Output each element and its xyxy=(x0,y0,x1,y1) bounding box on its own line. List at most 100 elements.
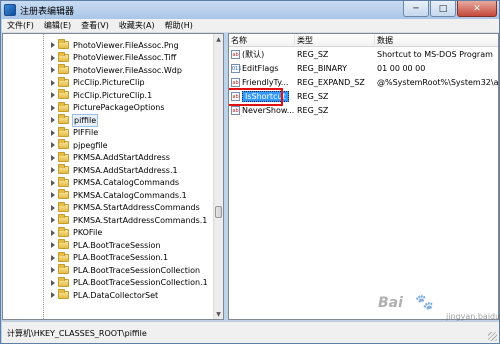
scroll-up-arrow-icon[interactable]: ▲ xyxy=(214,34,223,44)
tree-item-label[interactable]: PKOFile xyxy=(72,227,103,238)
expand-arrow-icon[interactable] xyxy=(50,217,56,223)
close-button[interactable]: ✕ xyxy=(457,1,497,17)
menu-bar: 文件(F) 编辑(E) 查看(V) 收藏夹(A) 帮助(H) xyxy=(2,19,499,33)
tree-item[interactable]: PKMSA.StartAddressCommands.1 xyxy=(3,214,215,226)
expand-arrow-icon[interactable] xyxy=(50,117,56,123)
value-row[interactable]: ab (默认) REG_SZ Shortcut to MS-DOS Program xyxy=(229,49,498,61)
expand-arrow-icon[interactable] xyxy=(50,205,56,211)
tree-item[interactable]: PKOFile xyxy=(3,226,215,239)
registry-editor-window: 注册表编辑器 ─ □ ✕ 文件(F) 编辑(E) 查看(V) 收藏夹(A) 帮助… xyxy=(0,0,500,344)
expand-arrow-icon[interactable] xyxy=(50,92,56,98)
tree-item-label[interactable]: PLA.BootTraceSession.1 xyxy=(72,252,169,263)
value-type: REG_SZ xyxy=(297,106,329,115)
tree-item[interactable]: PLA.BootTraceSession.1 xyxy=(3,251,215,264)
tree-item[interactable]: PicClip.PictureClip xyxy=(3,76,215,89)
window-controls: ─ □ ✕ xyxy=(403,1,497,17)
expand-arrow-icon[interactable] xyxy=(50,292,56,298)
tree-item[interactable]: pjpegfile xyxy=(3,139,215,151)
expand-arrow-icon[interactable] xyxy=(50,80,56,86)
watermark-logo: Bai xyxy=(378,295,403,311)
value-row[interactable]: 011 EditFlags REG_BINARY 01 00 00 00 xyxy=(229,63,498,75)
folder-icon xyxy=(58,164,69,174)
expand-arrow-icon[interactable] xyxy=(50,192,56,198)
expand-arrow-icon[interactable] xyxy=(50,155,56,161)
tree-item[interactable]: PhotoViewer.FileAssoc.Tiff xyxy=(3,51,215,64)
tree-item-label[interactable]: PLA.BootTraceSessionCollection xyxy=(72,265,201,276)
expand-arrow-icon[interactable] xyxy=(50,105,56,111)
column-header-name[interactable]: 名称 xyxy=(229,34,295,47)
menu-favorites[interactable]: 收藏夹(A) xyxy=(114,19,160,33)
key-tree-pane[interactable]: PhotoViewer.FileAssoc.Png PhotoViewer.Fil… xyxy=(2,33,224,320)
values-list-pane[interactable]: 名称 类型 数据 ab (默认) REG_SZ Shortcut to MS-DOS … xyxy=(228,33,499,320)
value-name[interactable]: EditFlags xyxy=(242,63,294,75)
tree-item-label[interactable]: pjpegfile xyxy=(72,140,109,151)
value-row[interactable]: ab NeverShow... REG_SZ xyxy=(229,105,498,117)
tree-item[interactable]: PicClip.PictureClip.1 xyxy=(3,89,215,101)
expand-arrow-icon[interactable] xyxy=(50,267,56,273)
tree-item-label[interactable]: PIFFile xyxy=(72,127,99,138)
title-bar[interactable]: 注册表编辑器 ─ □ ✕ xyxy=(1,1,499,19)
menu-help[interactable]: 帮助(H) xyxy=(160,19,198,33)
expand-arrow-icon[interactable] xyxy=(50,242,56,248)
tree-item[interactable]: piffile xyxy=(3,113,215,127)
tree-item-label[interactable]: PLA.BootTraceSession xyxy=(72,240,162,251)
tree-item[interactable]: PKMSA.AddStartAddress xyxy=(3,151,215,164)
folder-icon xyxy=(58,139,69,149)
scroll-thumb[interactable] xyxy=(215,206,222,218)
tree-item[interactable]: PLA.DataCollectorSet xyxy=(3,289,215,301)
tree-scrollbar[interactable]: ▲ ▼ xyxy=(213,34,223,319)
menu-view[interactable]: 查看(V) xyxy=(76,19,114,33)
column-header-data[interactable]: 数据 xyxy=(375,34,498,47)
scroll-down-arrow-icon[interactable]: ▼ xyxy=(214,309,223,319)
tree-item[interactable]: PKMSA.CatalogCommands xyxy=(3,176,215,189)
tree-item-label[interactable]: PicturePackageOptions xyxy=(72,102,166,113)
value-data: Shortcut to MS-DOS Program xyxy=(377,50,493,59)
tree-item[interactable]: PicturePackageOptions xyxy=(3,101,215,114)
expand-arrow-icon[interactable] xyxy=(50,180,56,186)
tree-item-label[interactable]: PLA.BootTraceSessionCollection.1 xyxy=(72,277,209,288)
expand-arrow-icon[interactable] xyxy=(50,67,56,73)
menu-edit[interactable]: 编辑(E) xyxy=(39,19,76,33)
tree-item-label[interactable]: PhotoViewer.FileAssoc.Png xyxy=(72,40,180,51)
window-title: 注册表编辑器 xyxy=(20,7,75,17)
tree-item-label[interactable]: PKMSA.CatalogCommands.1 xyxy=(72,190,188,201)
tree-item[interactable]: PKMSA.CatalogCommands.1 xyxy=(3,189,215,201)
tree-item[interactable]: PLA.BootTraceSession xyxy=(3,239,215,251)
tree-item-label[interactable]: PhotoViewer.FileAssoc.Wdp xyxy=(72,65,183,76)
tree-item-label[interactable]: PicClip.PictureClip.1 xyxy=(72,90,153,101)
tree-item[interactable]: PLA.BootTraceSessionCollection.1 xyxy=(3,276,215,289)
value-name[interactable]: (默认) xyxy=(242,49,294,61)
folder-icon xyxy=(58,39,69,49)
column-header-type[interactable]: 类型 xyxy=(295,34,375,47)
tree-item[interactable]: PLA.BootTraceSessionCollection xyxy=(3,264,215,276)
expand-arrow-icon[interactable] xyxy=(50,130,56,136)
tree-item[interactable]: PIFFile xyxy=(3,126,215,139)
menu-file[interactable]: 文件(F) xyxy=(2,19,39,33)
expand-arrow-icon[interactable] xyxy=(50,280,56,286)
tree-item-label[interactable]: piffile xyxy=(72,113,99,127)
expand-arrow-icon[interactable] xyxy=(50,255,56,261)
tree-item-label[interactable]: PKMSA.StartAddressCommands.1 xyxy=(72,215,208,226)
maximize-button[interactable]: □ xyxy=(430,1,456,17)
tree-item[interactable]: PKMSA.AddStartAddress.1 xyxy=(3,164,215,176)
tree-item[interactable]: PhotoViewer.FileAssoc.Wdp xyxy=(3,64,215,76)
folder-icon xyxy=(58,289,69,299)
expand-arrow-icon[interactable] xyxy=(50,230,56,236)
expand-arrow-icon[interactable] xyxy=(50,42,56,48)
tree-item-label[interactable]: PhotoViewer.FileAssoc.Tiff xyxy=(72,52,177,63)
expand-arrow-icon[interactable] xyxy=(50,55,56,61)
expand-arrow-icon[interactable] xyxy=(50,142,56,148)
tree-item-label[interactable]: PKMSA.StartAddressCommands xyxy=(72,202,201,213)
value-name[interactable]: NeverShow... xyxy=(242,105,294,117)
tree-item-label[interactable]: PLA.DataCollectorSet xyxy=(72,290,159,301)
tree-item-label[interactable]: PKMSA.CatalogCommands xyxy=(72,177,180,188)
minimize-button[interactable]: ─ xyxy=(403,1,429,17)
tree-item[interactable]: PhotoViewer.FileAssoc.Png xyxy=(3,39,215,51)
tree-item-label[interactable]: PKMSA.AddStartAddress xyxy=(72,152,171,163)
tree-item-label[interactable]: PKMSA.AddStartAddress.1 xyxy=(72,165,179,176)
tree-item-label[interactable]: PicClip.PictureClip xyxy=(72,77,146,88)
resize-grip-icon[interactable] xyxy=(488,332,497,341)
value-row[interactable]: ab IsShortcut REG_SZ xyxy=(229,88,498,106)
tree-item[interactable]: PKMSA.StartAddressCommands xyxy=(3,201,215,214)
expand-arrow-icon[interactable] xyxy=(50,167,56,173)
